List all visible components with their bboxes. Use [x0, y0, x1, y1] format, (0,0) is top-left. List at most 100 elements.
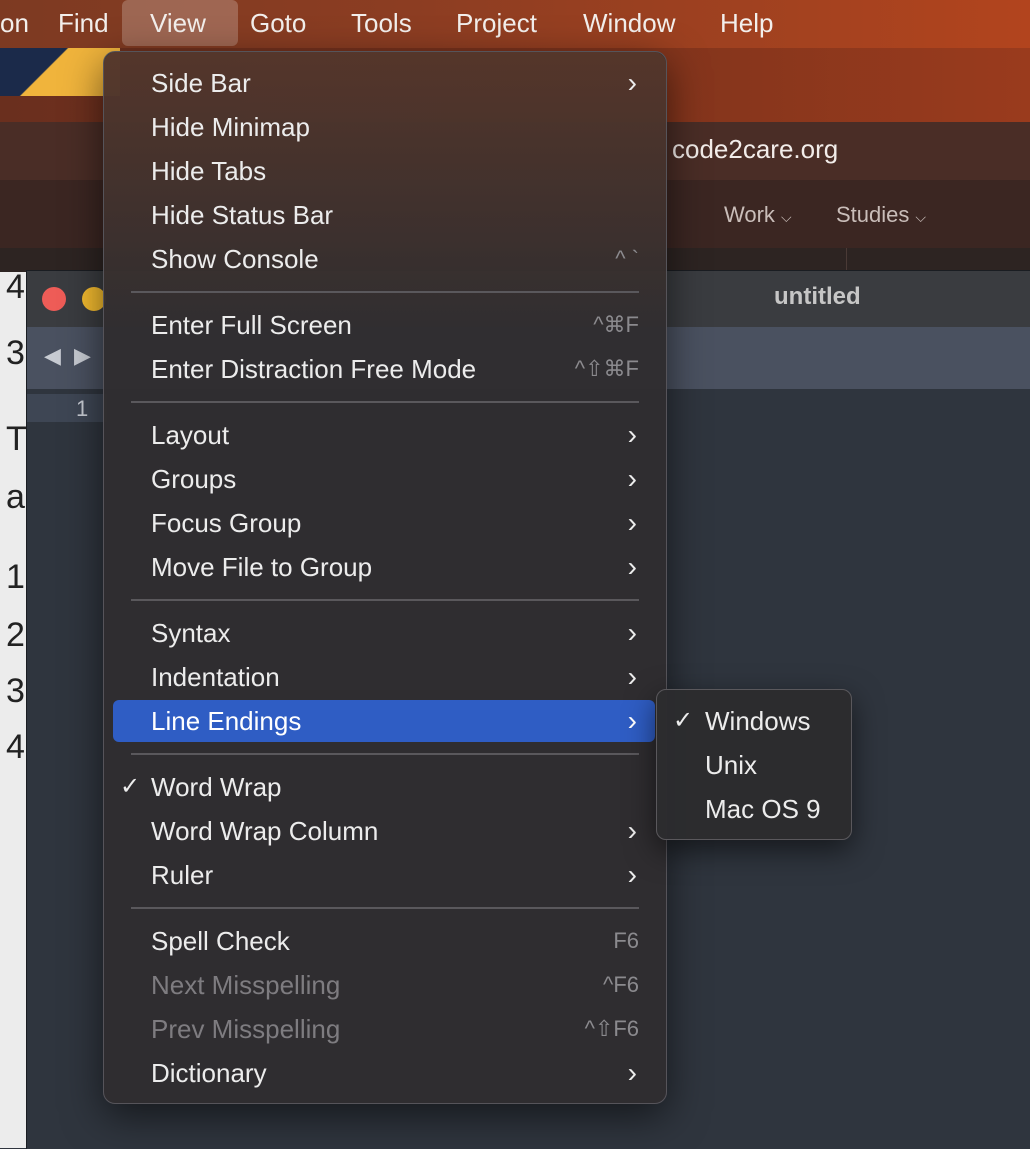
menu-item-hide-minimap[interactable]: Hide Minimap — [113, 106, 655, 148]
menu-item-distraction-free[interactable]: Enter Distraction Free Mode ^⇧⌘F — [113, 348, 655, 390]
submenu-item-windows[interactable]: ✓ Windows — [657, 699, 851, 743]
menu-item-shortcut: ^⇧F6 — [584, 1016, 639, 1041]
menu-item-label: Prev Misspelling — [151, 1014, 341, 1044]
menu-bar-item-goto[interactable]: Goto — [250, 0, 306, 46]
menu-item-label: Layout — [151, 420, 230, 450]
menu-item-shortcut: ^ ` — [615, 246, 639, 271]
nav-link-work[interactable]: Work ⌵ — [724, 202, 792, 228]
menu-item-syntax[interactable]: Syntax › — [113, 612, 655, 654]
gutter-active-line — [27, 394, 107, 422]
menu-item-layout[interactable]: Layout › — [113, 414, 655, 456]
view-menu: Side Bar › Hide Minimap Hide Tabs Hide S… — [103, 51, 667, 1104]
chevron-right-icon: › — [627, 551, 637, 582]
page-char: 2 — [6, 616, 25, 654]
menu-bar-item-tools[interactable]: Tools — [351, 0, 412, 46]
menu-item-label: Word Wrap Column — [151, 816, 379, 846]
menu-item-groups[interactable]: Groups › — [113, 458, 655, 500]
chevron-right-icon: › — [627, 705, 637, 736]
submenu-item-unix[interactable]: Unix — [657, 743, 851, 787]
menu-item-label: Word Wrap — [151, 772, 282, 802]
menu-item-label: Spell Check — [151, 926, 290, 956]
menu-item-ruler[interactable]: Ruler › — [113, 854, 655, 896]
menu-item-dictionary[interactable]: Dictionary › — [113, 1052, 655, 1094]
menu-item-shortcut: F6 — [613, 928, 639, 953]
menu-separator — [131, 291, 639, 293]
chevron-right-icon: › — [627, 463, 637, 494]
menu-item-label: Groups — [151, 464, 237, 494]
menu-item-shortcut: ^F6 — [603, 972, 639, 997]
chevron-right-icon: › — [627, 815, 637, 846]
menu-item-label: Side Bar — [151, 68, 251, 98]
page-char: a — [6, 478, 25, 516]
menu-item-label: Enter Full Screen — [151, 310, 352, 340]
menu-item-shortcut: ^⇧⌘F — [574, 356, 639, 381]
menu-item-side-bar[interactable]: Side Bar › — [113, 62, 655, 104]
browser-logo-stripe — [0, 48, 120, 96]
menu-item-label: Syntax — [151, 618, 231, 648]
line-endings-submenu: ✓ Windows Unix Mac OS 9 — [656, 689, 852, 840]
menu-separator — [131, 401, 639, 403]
menu-item-label: Indentation — [151, 662, 280, 692]
submenu-item-label: Mac OS 9 — [705, 794, 821, 824]
menu-bar-item-find[interactable]: Find — [58, 0, 109, 46]
menu-item-spell-check[interactable]: Spell Check F6 — [113, 920, 655, 962]
menu-separator — [131, 907, 639, 909]
menu-item-focus-group[interactable]: Focus Group › — [113, 502, 655, 544]
menu-item-label: Dictionary — [151, 1058, 267, 1088]
menu-bar-item-selection[interactable]: on — [0, 0, 29, 46]
menu-item-label: Next Misspelling — [151, 970, 341, 1000]
line-number: 1 — [76, 396, 89, 421]
menu-item-label: Hide Minimap — [151, 112, 310, 142]
menu-item-label: Focus Group — [151, 508, 302, 538]
submenu-item-mac-os-9[interactable]: Mac OS 9 — [657, 787, 851, 831]
menu-bar-item-window[interactable]: Window — [583, 0, 675, 46]
menu-item-move-file-to-group[interactable]: Move File to Group › — [113, 546, 655, 588]
chevron-right-icon: › — [627, 617, 637, 648]
browser-url-text[interactable]: code2care.org — [672, 134, 838, 165]
menu-separator — [131, 753, 639, 755]
menu-bar-item-project[interactable]: Project — [456, 0, 537, 46]
chevron-right-icon: › — [627, 1057, 637, 1088]
menu-item-label: Enter Distraction Free Mode — [151, 354, 477, 384]
menu-item-label: Hide Tabs — [151, 156, 267, 186]
page-char: 3 — [6, 672, 25, 710]
menu-bar: on Find View Goto Tools Project Window H… — [0, 0, 1030, 48]
menu-item-hide-tabs[interactable]: Hide Tabs — [113, 150, 655, 192]
menu-item-label: Show Console — [151, 244, 319, 274]
checkmark-icon: ✓ — [120, 773, 141, 800]
tab-divider — [846, 248, 847, 272]
forward-arrow-icon[interactable]: ▶ — [74, 343, 91, 369]
chevron-right-icon: › — [627, 419, 637, 450]
nav-link-studies-label: Studies — [836, 202, 910, 227]
menu-item-label: Hide Status Bar — [151, 200, 334, 230]
back-arrow-icon[interactable]: ◀ — [44, 343, 61, 369]
menu-bar-item-help[interactable]: Help — [720, 0, 773, 46]
menu-item-enter-full-screen[interactable]: Enter Full Screen ^⌘F — [113, 304, 655, 346]
menu-item-indentation[interactable]: Indentation › — [113, 656, 655, 698]
menu-separator — [131, 599, 639, 601]
chevron-right-icon: › — [627, 507, 637, 538]
submenu-item-label: Windows — [705, 706, 811, 736]
menu-item-next-misspelling: Next Misspelling ^F6 — [113, 964, 655, 1006]
page-char: T — [6, 420, 27, 458]
menu-item-word-wrap-column[interactable]: Word Wrap Column › — [113, 810, 655, 852]
editor-title: untitled — [774, 283, 861, 310]
menu-item-word-wrap[interactable]: ✓ Word Wrap — [113, 766, 655, 808]
chevron-down-icon: ⌵ — [780, 209, 792, 225]
chevron-right-icon: › — [627, 661, 637, 692]
menu-item-line-endings[interactable]: Line Endings › — [113, 700, 655, 742]
page-char: 1 — [6, 558, 25, 596]
checkmark-icon: ✓ — [673, 707, 694, 734]
nav-link-work-label: Work — [724, 202, 775, 227]
menu-item-hide-status-bar[interactable]: Hide Status Bar — [113, 194, 655, 236]
menu-item-label: Line Endings — [151, 706, 302, 736]
page-char: 4 — [6, 728, 25, 766]
nav-link-studies[interactable]: Studies ⌵ — [836, 202, 926, 228]
menu-item-show-console[interactable]: Show Console ^ ` — [113, 238, 655, 280]
menu-item-prev-misspelling: Prev Misspelling ^⇧F6 — [113, 1008, 655, 1050]
page-char: 4 — [6, 268, 25, 306]
page-char: 3 — [6, 334, 25, 372]
menu-bar-item-view[interactable]: View — [150, 0, 206, 46]
close-window-button[interactable] — [42, 287, 66, 311]
menu-item-label: Ruler — [151, 860, 214, 890]
